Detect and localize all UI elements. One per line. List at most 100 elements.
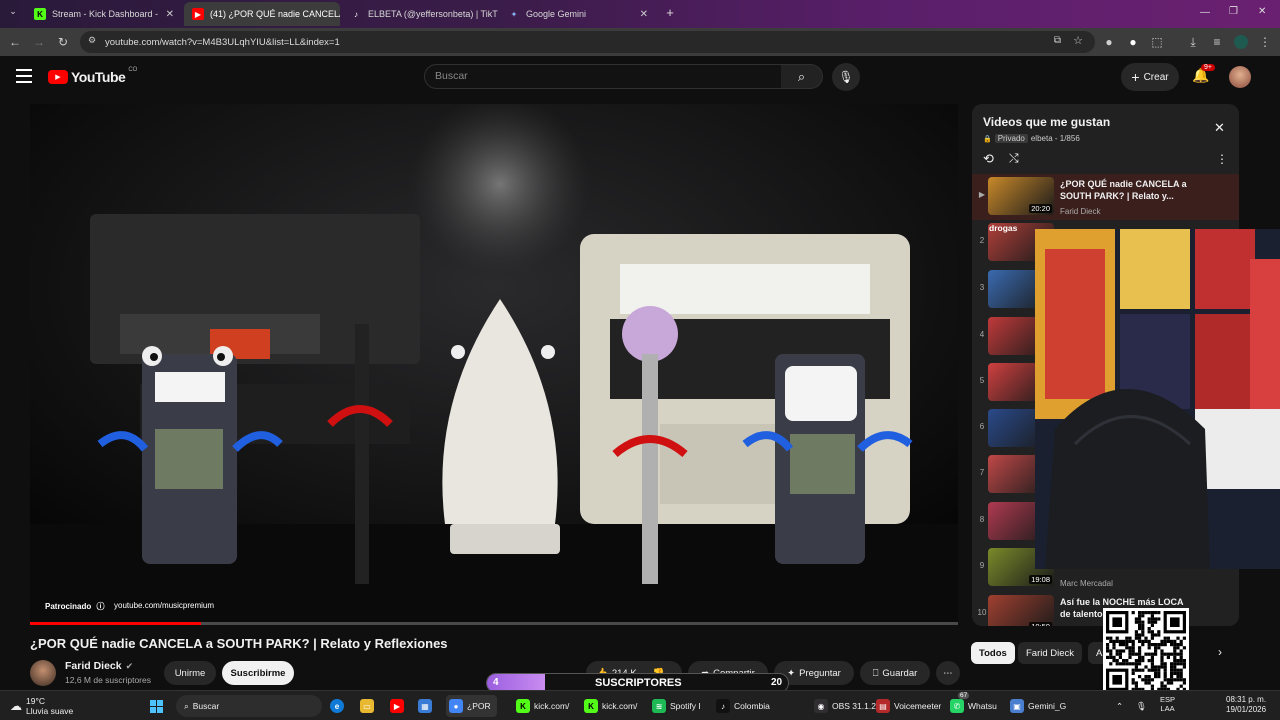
video-player[interactable]: Patrocinado ⓘ youtube.com/musicpremium (30, 104, 958, 624)
weather-temp: 19°C (26, 696, 45, 706)
playlist-item-channel: Marc Mercadal (1060, 579, 1113, 588)
close-window-icon[interactable]: ✕ (1258, 6, 1266, 17)
chip-channel[interactable]: Farid Dieck (1018, 642, 1083, 664)
chevron-right-icon[interactable]: › (1218, 645, 1222, 659)
close-icon[interactable]: ✕ (166, 9, 174, 20)
notifications-button[interactable]: 🔔 9+ (1192, 64, 1215, 85)
lock-icon: 🔒 (983, 135, 992, 143)
avatar[interactable] (1229, 66, 1251, 88)
duration-badge: 10:59 (1029, 622, 1052, 626)
maximize-icon[interactable]: ❐ (1229, 6, 1238, 17)
chip-all[interactable]: Todos (971, 642, 1015, 664)
taskbar-app-whatsapp[interactable]: ✆ Whatsu (950, 695, 997, 717)
hamburger-icon[interactable] (16, 69, 32, 83)
save-button[interactable]: ⎕ Guardar (860, 661, 930, 685)
youtube-app-icon[interactable]: ▶ (390, 695, 404, 717)
back-icon[interactable]: ← (8, 35, 22, 49)
puzzle-icon[interactable]: ⬚ (1150, 35, 1164, 49)
sponsor-text: Patrocinado (45, 602, 92, 611)
minimize-icon[interactable]: — (1200, 7, 1210, 18)
playlist-item-number: ▶ (978, 190, 986, 199)
menu-icon[interactable]: ⋮ (1258, 35, 1272, 49)
media-icon[interactable]: ≡ (1210, 35, 1224, 49)
country-code: CO (128, 67, 138, 73)
bookmark-star-icon[interactable]: ☆ (1073, 34, 1083, 47)
clock-date: 19/01/2026 (1226, 705, 1267, 714)
taskbar-app-tiktok[interactable]: ♪ Colombia (716, 695, 770, 717)
search-button[interactable]: ⌕ (781, 64, 823, 89)
taskbar-app-kick[interactable]: Kkick.com/ (584, 695, 637, 717)
clock[interactable]: 08:31 p. m. 19/01/2026 (1226, 695, 1266, 717)
kick-icon: K (34, 8, 46, 20)
voicemeeter-icon: ▤ (876, 699, 890, 713)
taskbar-app-voicemeeter[interactable]: ▤ Voicemeeter (876, 695, 941, 717)
video-title: ¿POR QUÉ nadie CANCELA a SOUTH PARK? | R… (30, 636, 448, 651)
sponsor-link[interactable]: youtube.com/musicpremium (114, 601, 214, 610)
windows-icon (150, 699, 163, 713)
install-icon[interactable]: ⧉ (1054, 35, 1061, 46)
browser-tab-bar: ⌄ K Stream - Kick Dashboard - ✕ ▶ (41) ¿… (0, 0, 1280, 28)
tab-youtube[interactable]: ▶ (41) ¿POR QUÉ nadie CANCELA ✕ (184, 2, 340, 26)
playlist-menu-icon[interactable]: ⋮ (1216, 152, 1228, 166)
extension-icon[interactable]: ● (1126, 35, 1140, 49)
more-actions-button[interactable]: ⋯ (936, 661, 960, 685)
playlist-close-button[interactable]: ✕ (1214, 120, 1225, 136)
taskbar-search[interactable]: ⌕ Buscar (176, 695, 322, 717)
search-input[interactable]: Buscar (424, 64, 782, 89)
taskbar-app-obs[interactable]: ◉ OBS 31.1.2 (814, 695, 876, 717)
join-button[interactable]: Unirme (164, 661, 216, 685)
taskbar-app-label: kick.com/ (534, 701, 570, 711)
microphone-tray-icon[interactable]: 🎙 (1136, 695, 1147, 717)
channel-name[interactable]: Farid Dieck ✔ (65, 660, 133, 672)
webcam-frame (1035, 229, 1280, 569)
close-icon[interactable]: ✕ (640, 9, 648, 20)
new-tab-button[interactable]: + (662, 5, 678, 21)
subscribe-button[interactable]: Suscribirme (222, 661, 294, 685)
owner-count: elbeta - 1/856 (1030, 134, 1080, 143)
obs-icon: ◉ (814, 699, 828, 713)
voice-search-button[interactable]: 🎙 (832, 63, 860, 91)
store-icon[interactable]: ▦ (418, 695, 432, 717)
forward-icon[interactable]: → (32, 35, 46, 49)
taskbar-app-gemini[interactable]: ▣ Gemini_G (1010, 695, 1066, 717)
tab-kick[interactable]: K Stream - Kick Dashboard - ✕ (26, 2, 182, 26)
shuffle-icon[interactable]: ⤭ (1009, 151, 1019, 166)
reload-icon[interactable]: ↻ (56, 35, 70, 49)
playlist-title: Videos que me gustan (983, 115, 1111, 129)
youtube-play-icon: ▶ (48, 70, 68, 84)
start-button[interactable] (150, 695, 163, 717)
taskbar-app-chrome[interactable]: ● ¿POR (446, 695, 497, 717)
tab-tiktok[interactable]: ♪ ELBETA (@yeffersonbeta) | TikT ✕ (342, 2, 498, 26)
address-bar[interactable]: ⚙ youtube.com/watch?v=M4B3ULqhYIU&list=L… (80, 31, 1095, 53)
youtube-icon: ▶ (192, 8, 204, 20)
subscriber-count: 12,6 M de suscriptores (65, 675, 151, 685)
microphone-icon: 🎙 (838, 70, 854, 84)
file-explorer-icon[interactable]: ▭ (360, 695, 374, 717)
extension-icon[interactable]: ● (1102, 35, 1116, 49)
more-icon: ⋯ (943, 667, 953, 679)
taskbar-app-kick[interactable]: Kkick.com/ (516, 695, 569, 717)
tab-gemini[interactable]: ✦ Google Gemini ✕ (500, 2, 656, 26)
taskbar-app-label: Whatsu (968, 701, 997, 711)
playlist-item[interactable]: ▶ 20:20 ¿POR QUÉ nadie CANCELA a SOUTH PAR… (972, 174, 1239, 220)
profile-icon[interactable] (1234, 35, 1248, 49)
tray-chevron-icon[interactable]: ⌃ (1116, 695, 1123, 717)
loop-icon[interactable]: ⟲ (983, 151, 994, 167)
taskbar-app-label: Gemini_G (1028, 701, 1067, 711)
youtube-logo[interactable]: ▶ YouTube CO (48, 67, 138, 85)
download-icon[interactable]: ⤓ (1186, 35, 1200, 49)
tab-search-icon[interactable]: ⌄ (6, 6, 20, 20)
playlist-item-thumbnail: 10:59 (988, 595, 1054, 626)
site-info-icon[interactable]: ⚙ (88, 35, 96, 46)
language-indicator[interactable]: ESP LAA (1160, 695, 1175, 717)
edge-icon[interactable]: e (330, 695, 344, 717)
create-button[interactable]: + Crear (1121, 63, 1179, 91)
taskbar-app-label: Spotify I (670, 701, 701, 711)
video-frame (30, 104, 958, 624)
playlist-item-thumbnail: 20:20 (988, 177, 1054, 215)
playlist-item-number: 10 (977, 608, 987, 617)
channel-avatar[interactable] (30, 660, 56, 686)
weather-widget[interactable]: ☁ 19°C Lluvia suave (10, 695, 73, 717)
tab-label: Stream - Kick Dashboard - (52, 9, 159, 19)
taskbar-app-spotify[interactable]: ≋ Spotify I (652, 695, 701, 717)
